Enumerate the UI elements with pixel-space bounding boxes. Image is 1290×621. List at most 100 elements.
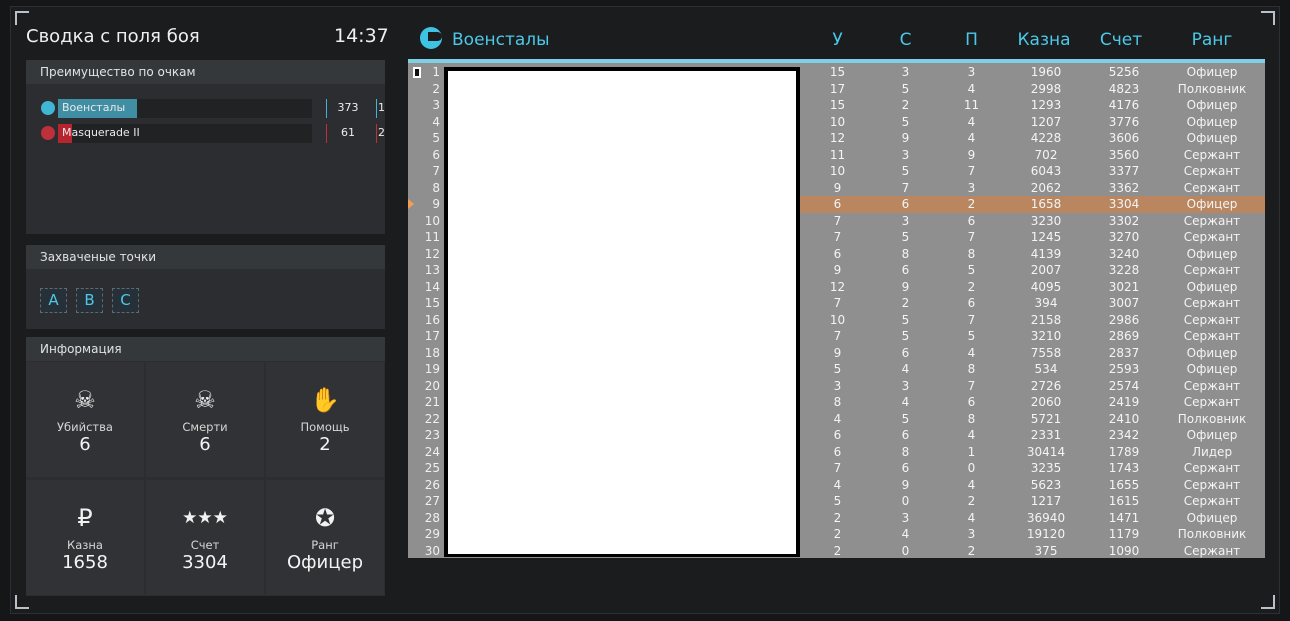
assists-value: 2 <box>967 279 976 294</box>
treasury-value: 19120 <box>1026 527 1066 541</box>
assists-value: 4 <box>967 345 976 360</box>
assists-value: 4 <box>967 114 976 129</box>
player-marker-icon <box>413 67 421 78</box>
assists-value: 6 <box>967 213 976 228</box>
info-value: 3304 <box>182 552 228 573</box>
score-value: 3302 <box>1108 213 1140 228</box>
kills-value: 10 <box>829 164 846 178</box>
assists-value: 4 <box>967 477 976 492</box>
treasury-value: 2331 <box>1030 428 1062 442</box>
row-number: 24 <box>424 444 440 459</box>
column-header-treasury: Казна <box>1017 30 1071 50</box>
deaths-value: 5 <box>901 312 910 327</box>
rank-value: Сержант <box>1183 147 1241 162</box>
stars-icon: ★★★ <box>182 508 228 528</box>
row-number: 11 <box>424 230 440 244</box>
assists-value: 3 <box>967 527 976 541</box>
deaths-value: 4 <box>901 395 910 409</box>
score-value: 2410 <box>1108 411 1140 426</box>
assists-value: 4 <box>967 81 976 96</box>
assists-value: 11 <box>963 98 980 112</box>
deaths-value: 4 <box>901 527 910 541</box>
panel-heading: Захваченые точки <box>26 245 385 269</box>
rank-value: Офицер <box>1186 131 1238 145</box>
score-value: 3377 <box>1108 164 1140 178</box>
row-number: 9 <box>432 197 440 211</box>
assists-value: 7 <box>967 164 976 178</box>
treasury-value: 4228 <box>1030 131 1062 145</box>
rank-value: Офицер <box>1186 197 1238 211</box>
deaths-value: 5 <box>901 411 910 426</box>
deaths-value: 3 <box>901 147 910 162</box>
deaths-value: 5 <box>901 164 910 178</box>
rank-value: Офицер <box>1186 65 1238 79</box>
rank-value: Сержант <box>1183 296 1241 310</box>
info-cell-6: ✪ Ранг Офицер <box>266 480 384 595</box>
player-names-blank <box>448 71 796 554</box>
score-value: 2574 <box>1108 378 1140 393</box>
kills-value: 2 <box>833 543 842 558</box>
treasury-value: 6043 <box>1030 164 1062 178</box>
column-header-deaths: С <box>899 30 912 50</box>
column-header-kills: У <box>832 30 843 50</box>
deaths-value: 3 <box>901 510 910 525</box>
row-number: 14 <box>424 279 440 294</box>
score-value: 4176 <box>1108 98 1140 112</box>
info-cell-4: ₽ Казна 1658 <box>26 480 144 595</box>
score-rank: 2 <box>378 126 385 139</box>
kills-value: 15 <box>829 98 846 112</box>
score-value: 1471 <box>1108 510 1140 525</box>
info-label: Счет <box>190 538 220 552</box>
kills-value: 4 <box>833 411 842 426</box>
assists-value: 5 <box>967 263 976 277</box>
deaths-value: 2 <box>901 296 910 310</box>
row-number: 13 <box>424 263 440 277</box>
row-number: 21 <box>424 395 440 409</box>
eagle-icon <box>420 27 442 49</box>
handshake-icon: ✋ <box>310 386 340 414</box>
deaths-value: 5 <box>901 114 910 129</box>
row-number: 27 <box>424 494 440 508</box>
kills-value: 6 <box>833 444 842 459</box>
kills-value: 2 <box>833 510 842 525</box>
info-label: Ранг <box>311 538 339 552</box>
assists-value: 1 <box>967 444 976 459</box>
skull-crossbones-icon: ☠ <box>194 386 216 414</box>
ruble-icon: ₽ <box>77 504 93 532</box>
kills-value: 6 <box>833 197 842 211</box>
rank-value: Офицер <box>1186 362 1238 376</box>
assists-value: 8 <box>967 411 976 426</box>
column-header-assists: П <box>965 30 978 50</box>
row-number: 10 <box>424 213 440 228</box>
rank-value: Сержант <box>1183 329 1241 343</box>
kills-value: 9 <box>833 180 842 195</box>
deaths-value: 0 <box>901 543 910 558</box>
rank-value: Сержант <box>1183 494 1241 508</box>
row-number: 23 <box>424 428 440 442</box>
summary-title: Сводка с поля боя <box>26 26 200 47</box>
eagle-icon <box>41 101 55 115</box>
treasury-value: 3230 <box>1030 213 1062 228</box>
column-header-score: Счет <box>1099 30 1143 50</box>
score-value: 1655 <box>1108 477 1140 492</box>
rank-value: Сержант <box>1183 263 1241 277</box>
info-value: 2 <box>319 434 331 455</box>
row-number: 16 <box>424 312 440 327</box>
assists-value: 7 <box>967 230 976 244</box>
assists-value: 4 <box>967 510 976 525</box>
assists-value: 6 <box>967 395 976 409</box>
skull-icon: ☠ <box>74 386 96 414</box>
kills-value: 5 <box>833 362 842 376</box>
kills-value: 8 <box>833 395 842 409</box>
info-cell-1: ☠ Убийства 6 <box>26 362 144 477</box>
score-value: 2419 <box>1108 395 1140 409</box>
row-number: 17 <box>424 329 440 343</box>
assists-value: 8 <box>967 246 976 261</box>
treasury-value: 2060 <box>1030 395 1062 409</box>
rank-value: Полковник <box>1177 411 1247 426</box>
rank-value: Полковник <box>1177 527 1247 541</box>
assists-value: 8 <box>967 362 976 376</box>
score-value: 3776 <box>1108 114 1140 129</box>
treasury-value: 2998 <box>1030 81 1062 96</box>
score-value: 2837 <box>1108 345 1140 360</box>
